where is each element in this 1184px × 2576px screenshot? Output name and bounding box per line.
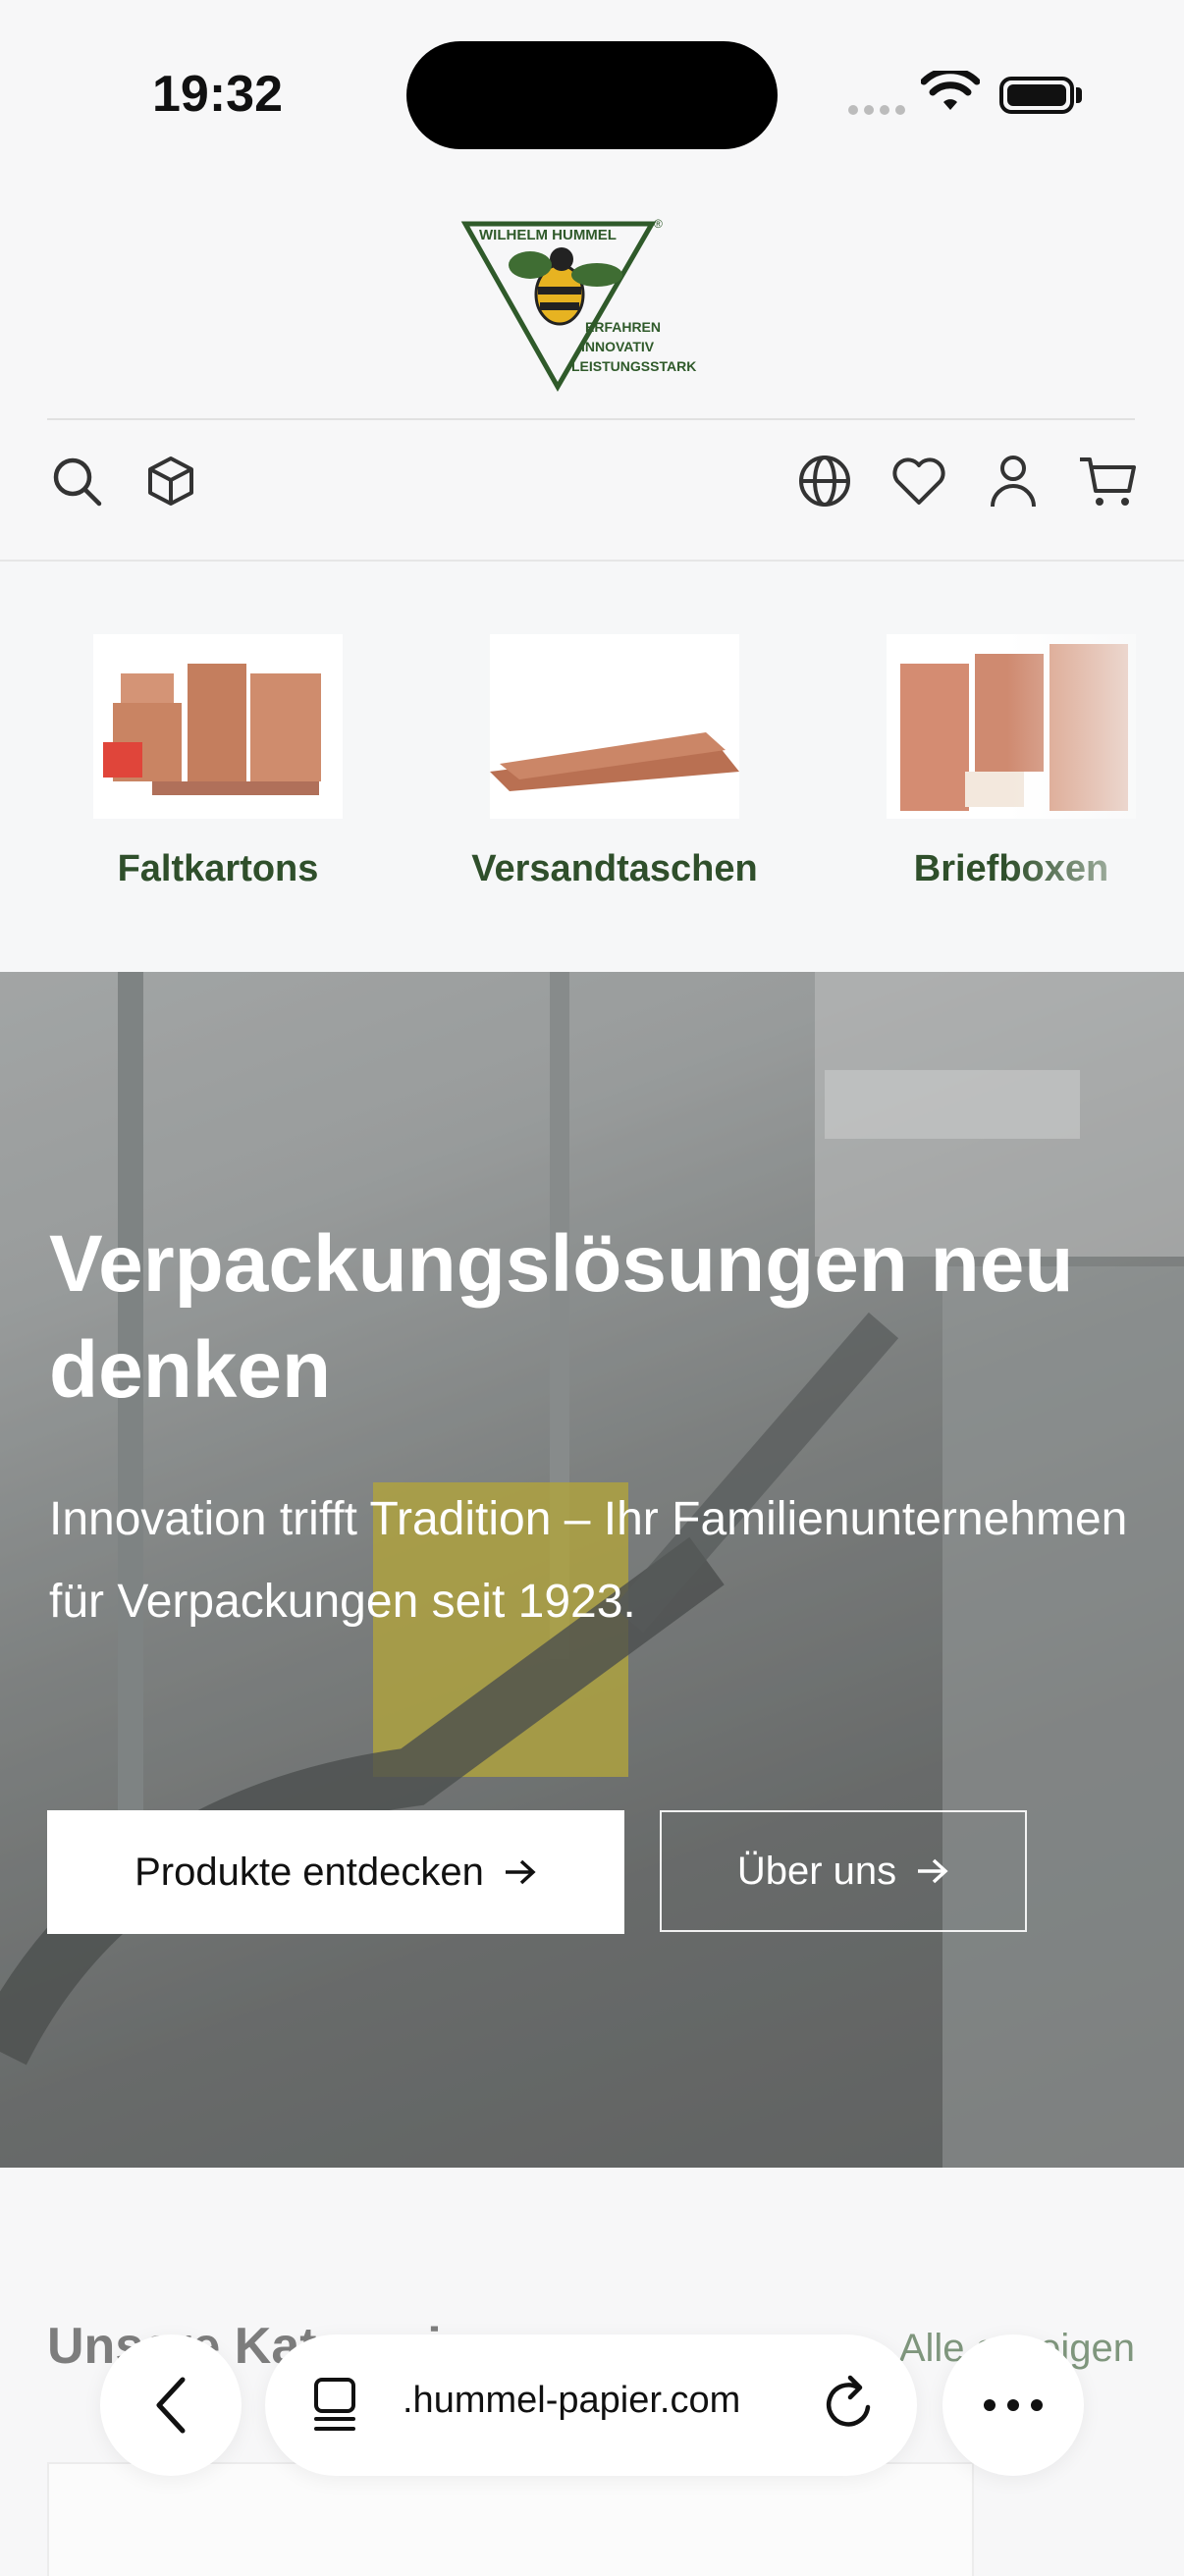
back-button[interactable] [100,2334,242,2476]
category-item-faltkartons[interactable]: Faltkartons [41,634,395,890]
brand-name: WILHELM HUMMEL [479,227,617,243]
search-icon[interactable] [47,452,106,510]
heart-icon[interactable] [889,452,948,510]
discover-products-button[interactable]: Produkte entdecken [47,1810,624,1934]
user-icon[interactable] [984,452,1043,510]
button-label: Produkte entdecken [135,1850,484,1894]
category-carousel[interactable]: Faltkartons Versandtaschen Briefboxen [0,562,1184,972]
category-image [93,634,343,819]
battery-icon [999,77,1074,114]
svg-text:ERFAHREN: ERFAHREN [585,319,661,335]
category-label: Faltkartons [117,848,319,889]
button-label: Über uns [736,1849,897,1893]
url-text: .hummel-papier.com [403,2380,741,2421]
reload-icon[interactable] [821,2372,880,2435]
cart-icon[interactable] [1078,452,1137,510]
svg-text:LEISTUNGSSTARK: LEISTUNGSSTARK [571,358,696,374]
category-label: Versandtaschen [471,848,758,889]
box-icon[interactable] [141,452,200,510]
hero-title: Verpackungslösungen neu denken [49,1219,1074,1415]
hero-subtitle: Innovation trifft Tradition – Ihr Famili… [49,1493,1128,1628]
globe-icon[interactable] [795,452,854,510]
arrow-right-icon [918,1858,948,1884]
dynamic-island [406,41,778,149]
wifi-icon [921,71,980,110]
about-us-button[interactable]: Über uns [660,1810,1027,1932]
svg-text:®: ® [654,217,663,231]
status-bar: 19:32 [0,0,1184,157]
more-button[interactable] [942,2334,1084,2476]
status-time: 19:32 [152,66,283,123]
site-header: WILHELM HUMMEL ® ERFAHREN INNOVATIV LEIS… [0,157,1184,562]
category-card[interactable] [47,2462,974,2576]
signal-icon [848,102,911,120]
back-icon [156,2377,186,2434]
tabs-icon[interactable] [310,2376,359,2435]
svg-text:INNOVATIV: INNOVATIV [581,339,655,354]
hero-banner: Verpackungslösungen neu denken Innovatio… [0,972,1184,2168]
category-image [490,634,739,819]
category-item-versandtaschen[interactable]: Versandtaschen [438,634,791,890]
arrow-right-icon [505,1859,536,1885]
address-bar[interactable]: .hummel-papier.com [265,2334,917,2476]
header-divider [47,418,1135,420]
more-icon [984,2399,1043,2411]
brand-logo[interactable]: WILHELM HUMMEL ® ERFAHREN INNOVATIV LEIS… [459,216,725,393]
